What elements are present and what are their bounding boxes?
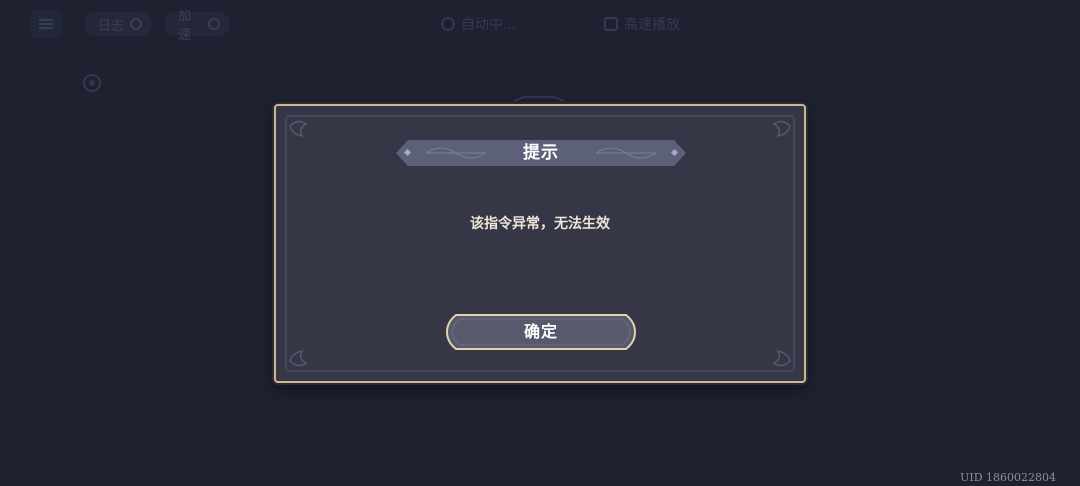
confirm-button[interactable]: 确定 xyxy=(446,314,636,350)
user-id: UID 1860022804 xyxy=(960,471,1056,484)
fast-play-label: 高速播放 xyxy=(624,17,680,33)
menu-button[interactable] xyxy=(30,10,62,38)
speed-button[interactable]: 加速 xyxy=(164,9,230,43)
speed-icon xyxy=(208,18,220,30)
auto-status-label: 自动中... xyxy=(461,17,517,33)
auto-status[interactable]: 自动中... xyxy=(441,14,516,34)
log-label: 日志 xyxy=(98,18,125,34)
hamburger-icon xyxy=(39,19,53,29)
confirm-label: 确定 xyxy=(523,322,558,341)
top-bar: 日志 加速 自动中... 高速播放 xyxy=(0,0,1080,50)
fast-play-toggle[interactable]: 高速播放 xyxy=(604,14,680,34)
game-screen: 日志 加速 自动中... 高速播放 提示 该指令异常，无法生效 确定 UID 1… xyxy=(0,0,1080,486)
settings-icon[interactable] xyxy=(83,74,101,92)
log-button[interactable]: 日志 xyxy=(84,12,152,36)
dialog-title: 提示 xyxy=(523,143,559,163)
checkbox-icon xyxy=(604,17,618,31)
speed-label: 加速 xyxy=(178,9,192,43)
alert-dialog: 提示 该指令异常，无法生效 确定 xyxy=(274,104,806,383)
log-icon xyxy=(130,18,142,30)
dialog-top-ornament xyxy=(514,96,564,102)
dialog-message: 该指令异常，无法生效 xyxy=(470,216,610,232)
auto-icon xyxy=(441,17,455,31)
